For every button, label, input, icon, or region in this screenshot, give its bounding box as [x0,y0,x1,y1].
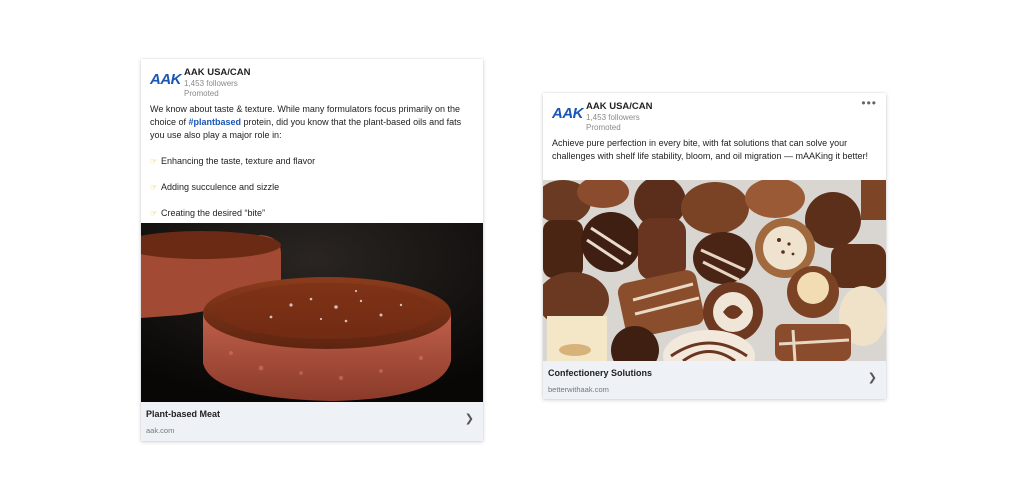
bullet-item: ☞ Creating the desired “bite” [150,208,266,218]
post-header: AAK AAK USA/CAN 1,453 followers Promoted [141,59,483,99]
company-name[interactable]: AAK USA/CAN [184,67,251,78]
burger-patty-illustration [141,223,483,402]
chevron-right-icon[interactable]: ❯ [868,371,877,384]
link-title[interactable]: Plant-based Meat [146,409,220,419]
link-title[interactable]: Confectionery Solutions [548,368,652,378]
company-logo[interactable]: AAK [150,71,182,88]
post-text: We know about taste & texture. While man… [141,103,483,220]
company-name[interactable]: AAK USA/CAN [586,101,653,112]
chocolates-illustration [543,180,886,361]
sponsored-post-plant-based-meat: AAK AAK USA/CAN 1,453 followers Promoted… [141,59,483,441]
company-logo[interactable]: AAK [552,105,584,122]
post-text: Achieve pure perfection in every bite, w… [552,138,868,161]
promoted-label: Promoted [586,123,621,132]
post-image-burger-patty[interactable] [141,223,483,402]
pointing-hand-icon: ☞ [150,183,158,192]
post-intro: We know about taste & texture. While man… [150,104,462,140]
post-image-chocolates[interactable] [543,180,886,361]
follower-count: 1,453 followers [184,79,238,88]
pointing-hand-icon: ☞ [150,157,158,166]
bullet-item: ☞ Adding succulence and sizzle [150,182,280,192]
pointing-hand-icon: ☞ [150,209,158,218]
link-domain: aak.com [146,426,175,435]
chevron-right-icon[interactable]: ❯ [465,412,474,425]
bullet-item: ☞ Enhancing the taste, texture and flavor [150,156,316,166]
promoted-label: Promoted [184,89,219,98]
link-domain: betterwithaak.com [548,385,609,394]
link-preview-bar[interactable]: Confectionery Solutions betterwithaak.co… [543,361,886,399]
link-preview-bar[interactable]: Plant-based Meat aak.com ❯ [141,402,483,441]
post-header: AAK AAK USA/CAN 1,453 followers Promoted… [543,93,886,133]
more-options-icon[interactable]: ••• [861,96,877,110]
sponsored-post-confectionery: AAK AAK USA/CAN 1,453 followers Promoted… [543,93,886,399]
hashtag-link[interactable]: #plantbased [189,117,242,127]
follower-count: 1,453 followers [586,113,640,122]
